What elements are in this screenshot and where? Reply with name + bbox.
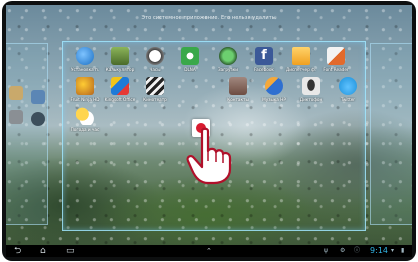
clapperboard-icon xyxy=(146,77,164,95)
home-screen-preview-right[interactable] xyxy=(370,43,412,225)
facebook-icon: f xyxy=(255,47,273,65)
app-file-manager[interactable]: Диспетчер ф. xyxy=(283,47,319,72)
app-clock[interactable]: Часы xyxy=(137,47,173,72)
back-button[interactable]: ⮌ xyxy=(14,246,21,256)
usb-icon: ψ xyxy=(324,247,328,254)
status-clock[interactable]: 9:14 xyxy=(370,246,388,256)
globe-install-icon xyxy=(76,47,94,65)
folder-icon xyxy=(292,47,310,65)
app-cinema[interactable]: Кинотеатр xyxy=(137,77,173,102)
microphone-icon xyxy=(302,77,320,95)
app-downloads[interactable]: Загрузки xyxy=(210,47,246,72)
weather-icon xyxy=(76,107,94,125)
clock-icon xyxy=(146,47,164,65)
recent-apps-button[interactable]: ▭ xyxy=(66,246,75,256)
system-bar: ⮌ ⌂ ▭ ⌃ ψ ⚙ ⓘ 9:14 ▾ ▮ xyxy=(6,245,412,257)
download-icon xyxy=(219,47,237,65)
kingsoft-office-icon xyxy=(111,77,129,95)
app-weather[interactable]: Погода и час xyxy=(67,107,103,132)
twitter-icon xyxy=(339,77,357,95)
wifi-icon: ▾ xyxy=(391,247,395,254)
app-icon-left-2 xyxy=(9,110,23,124)
app-installer[interactable]: Установка п. xyxy=(67,47,103,72)
app-kingsoft-office[interactable]: Kingsoft Office xyxy=(102,77,138,102)
settings-app-icon xyxy=(31,90,45,104)
app-twitter[interactable]: Twitter xyxy=(330,77,366,102)
font-reader-icon xyxy=(327,47,345,65)
music-icon xyxy=(265,77,283,95)
calculator-icon xyxy=(111,47,129,65)
app-font-reader[interactable]: Font Reader xyxy=(318,47,354,72)
battery-icon: ▮ xyxy=(401,247,405,254)
app-contacts[interactable]: Контакты xyxy=(220,77,256,102)
app-drawer-button[interactable]: ⌃ xyxy=(206,246,212,256)
tablet-frame: Это системное приложение. Его нельзя уда… xyxy=(2,1,416,261)
home-screen-preview-left[interactable] xyxy=(6,43,48,225)
contacts-icon xyxy=(229,77,247,95)
app-music[interactable]: Музыка HP xyxy=(256,77,292,102)
app-dlna[interactable]: DLNA xyxy=(172,47,208,72)
settings-tray-icon: ⚙ xyxy=(340,247,346,254)
email-icon xyxy=(9,86,23,100)
gear-icon xyxy=(31,112,45,126)
app-fruit-ninja[interactable]: Fruit Ninja HD xyxy=(67,77,103,102)
fruit-ninja-icon xyxy=(76,77,94,95)
info-icon: ⓘ xyxy=(354,247,361,254)
app-voice-recorder[interactable]: Диктофон xyxy=(293,77,329,102)
dlna-icon xyxy=(181,47,199,65)
app-facebook[interactable]: f Facebook xyxy=(246,47,282,72)
touch-hand-icon xyxy=(186,127,232,185)
system-app-hint: Это системное приложение. Его нельзя уда… xyxy=(141,15,277,21)
app-calculator[interactable]: Калькулятор xyxy=(102,47,138,72)
home-screen: Это системное приложение. Его нельзя уда… xyxy=(6,5,412,257)
home-button[interactable]: ⌂ xyxy=(40,246,46,256)
